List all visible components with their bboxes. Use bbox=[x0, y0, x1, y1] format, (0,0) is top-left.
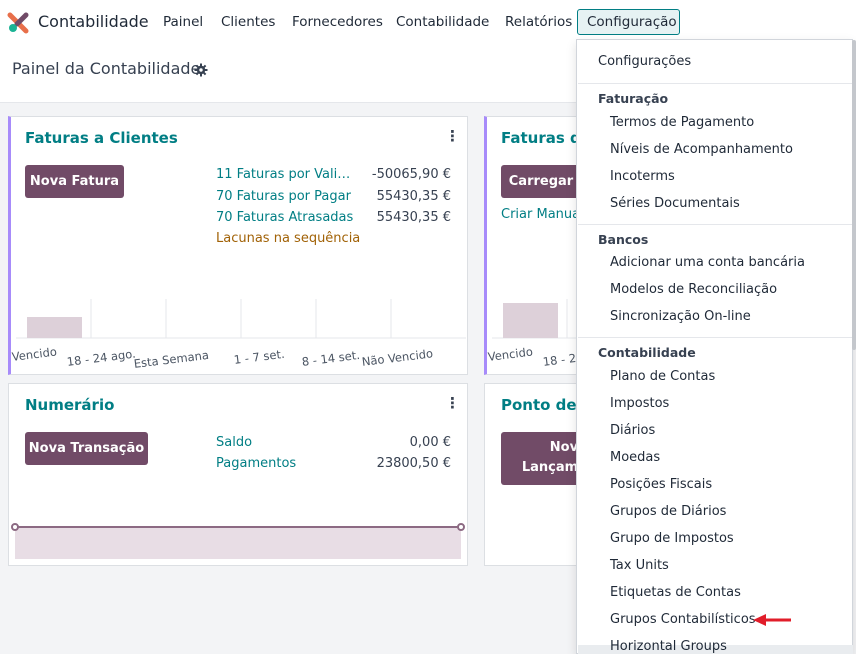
chart-label-vencido: Vencido bbox=[487, 344, 534, 364]
menu-header-contabilidade: Contabilidade bbox=[598, 345, 696, 360]
menu-separator bbox=[578, 337, 853, 338]
card-faturas-clientes: Faturas a Clientes ⋮ Nova Fatura 11 Fatu… bbox=[8, 116, 468, 375]
menu-series-documentais[interactable]: Séries Documentais bbox=[610, 196, 740, 211]
menu-plano-contas[interactable]: Plano de Contas bbox=[610, 369, 715, 384]
menu-horizontal-groups[interactable]: Horizontal Groups bbox=[610, 639, 727, 654]
invoice-bar-chart[interactable] bbox=[11, 297, 468, 342]
menu-moedas[interactable]: Moedas bbox=[610, 450, 660, 465]
menu-sincronizacao-online[interactable]: Sincronização On-line bbox=[610, 309, 751, 324]
kebab-menu-icon[interactable]: ⋮ bbox=[445, 394, 460, 412]
gear-icon[interactable] bbox=[194, 63, 208, 77]
menu-niveis-acompanhamento[interactable]: Níveis de Acompanhamento bbox=[610, 142, 793, 157]
chart-label-18-2: 18 - 2 bbox=[542, 350, 577, 369]
kebab-menu-icon[interactable]: ⋮ bbox=[445, 127, 460, 145]
card-title[interactable]: Numerário bbox=[25, 396, 114, 414]
nav-clientes[interactable]: Clientes bbox=[221, 14, 275, 30]
criar-manual-link[interactable]: Criar Manua bbox=[501, 207, 580, 222]
card-numerario: Numerário ⋮ Nova Transação Saldo 0,00 € … bbox=[8, 383, 468, 566]
faturas-validar-link[interactable]: 11 Faturas por Vali… bbox=[216, 167, 350, 182]
faturas-pagar-link[interactable]: 70 Faturas por Pagar bbox=[216, 189, 351, 204]
saldo-link[interactable]: Saldo bbox=[216, 435, 252, 450]
menu-grupos-contabilisticos[interactable]: Grupos Contabilísticos bbox=[610, 612, 756, 627]
nav-configuracao-label: Configuração bbox=[587, 14, 677, 30]
dropdown-scrollbar[interactable] bbox=[852, 40, 856, 350]
balance-line-chart[interactable] bbox=[9, 519, 467, 561]
menu-header-bancos: Bancos bbox=[598, 232, 649, 247]
red-arrow-icon bbox=[753, 614, 791, 626]
chart-bar-vencido bbox=[27, 317, 82, 338]
chart-point bbox=[457, 523, 465, 531]
pagamentos-link[interactable]: Pagamentos bbox=[216, 456, 296, 471]
menu-etiquetas-contas[interactable]: Etiquetas de Contas bbox=[610, 585, 741, 600]
app-name[interactable]: Contabilidade bbox=[38, 12, 149, 31]
nav-fornecedores[interactable]: Fornecedores bbox=[292, 14, 383, 30]
faturas-atrasadas-link[interactable]: 70 Faturas Atrasadas bbox=[216, 210, 353, 225]
chart-label-1-7-set: 1 - 7 set. bbox=[233, 346, 286, 367]
chart-label-8-14-set: 8 - 14 set. bbox=[301, 347, 361, 369]
menu-impostos[interactable]: Impostos bbox=[610, 396, 669, 411]
nav-configuracao[interactable]: Configuração bbox=[577, 9, 680, 35]
menu-separator bbox=[578, 224, 853, 225]
chart-label-18-24-ago: 18 - 24 ago. bbox=[66, 346, 137, 369]
nav-painel[interactable]: Painel bbox=[163, 14, 203, 30]
menu-grupo-impostos[interactable]: Grupo de Impostos bbox=[610, 531, 734, 546]
faturas-atrasadas-amount: 55430,35 € bbox=[376, 210, 451, 225]
nova-transacao-button[interactable]: Nova Transação bbox=[25, 432, 148, 465]
saldo-amount: 0,00 € bbox=[409, 435, 451, 450]
chart-bar-vencido bbox=[503, 303, 558, 338]
menu-header-faturacao: Faturação bbox=[598, 91, 669, 106]
nav-contabilidade[interactable]: Contabilidade bbox=[396, 14, 489, 30]
menu-posicoes-fiscais[interactable]: Posições Fiscais bbox=[610, 477, 712, 492]
faturas-validar-amount: -50065,90 € bbox=[371, 167, 451, 182]
page-title: Painel da Contabilidade bbox=[12, 59, 201, 78]
app-logo-icon[interactable] bbox=[7, 12, 29, 34]
chart-label-nao-vencido: Não Vencido bbox=[361, 346, 434, 369]
menu-incoterms[interactable]: Incoterms bbox=[610, 169, 675, 184]
chart-label-esta-semana: Esta Semana bbox=[133, 347, 210, 371]
chart-area bbox=[15, 527, 461, 559]
card-title[interactable]: Faturas a Clientes bbox=[25, 129, 178, 147]
top-navbar: Contabilidade Painel Clientes Fornecedor… bbox=[0, 0, 856, 44]
menu-configuracoes[interactable]: Configurações bbox=[598, 54, 691, 69]
menu-modelos-reconciliacao[interactable]: Modelos de Reconciliação bbox=[610, 282, 777, 297]
chart-point bbox=[11, 523, 19, 531]
configuracao-dropdown: Configurações Faturação Termos de Pagame… bbox=[576, 39, 853, 654]
chart-label-vencido: Vencido bbox=[11, 344, 58, 364]
carregar-button[interactable]: Carregar bbox=[501, 165, 581, 198]
menu-adicionar-conta-bancaria[interactable]: Adicionar uma conta bancária bbox=[610, 255, 805, 270]
faturas-pagar-amount: 55430,35 € bbox=[376, 189, 451, 204]
lacunas-sequencia-link[interactable]: Lacunas na sequência bbox=[216, 231, 360, 246]
pagamentos-amount: 23800,50 € bbox=[376, 456, 451, 471]
nova-fatura-button[interactable]: Nova Fatura bbox=[25, 165, 124, 198]
menu-separator bbox=[578, 83, 853, 84]
menu-tax-units[interactable]: Tax Units bbox=[610, 558, 669, 573]
menu-diarios[interactable]: Diários bbox=[610, 423, 655, 438]
menu-termos-pagamento[interactable]: Termos de Pagamento bbox=[610, 115, 754, 130]
menu-grupos-diarios[interactable]: Grupos de Diários bbox=[610, 504, 726, 519]
nav-relatorios[interactable]: Relatórios bbox=[505, 14, 572, 30]
